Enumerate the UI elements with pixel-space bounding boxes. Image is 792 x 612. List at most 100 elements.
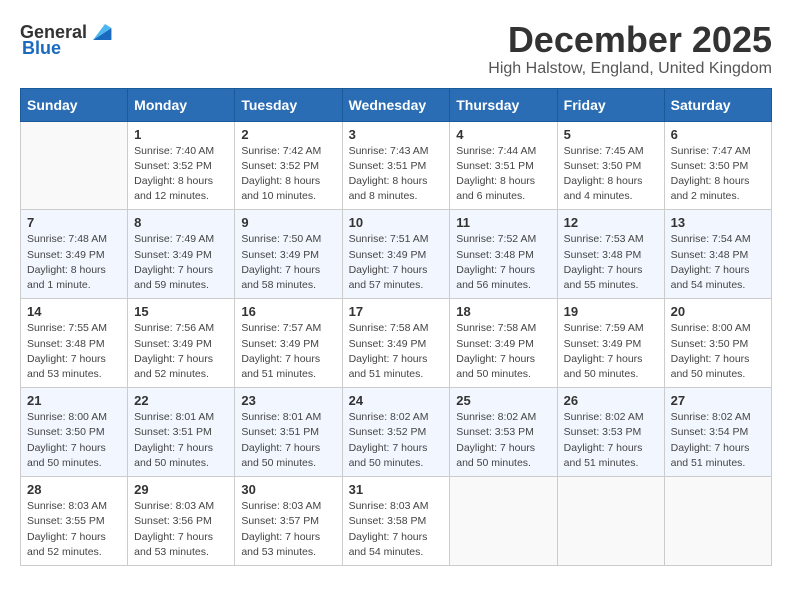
header-day-sunday: Sunday: [21, 88, 128, 121]
calendar-week-row: 14 Sunrise: 7:55 AM Sunset: 3:48 PM Dayli…: [21, 299, 772, 388]
day-number: 13: [671, 215, 765, 230]
day-number: 8: [134, 215, 228, 230]
day-number: 6: [671, 127, 765, 142]
header-day-wednesday: Wednesday: [342, 88, 450, 121]
day-number: 19: [564, 304, 658, 319]
calendar-cell: 7 Sunrise: 7:48 AM Sunset: 3:49 PM Daylig…: [21, 210, 128, 299]
day-info: Sunrise: 7:59 AM Sunset: 3:49 PM Dayligh…: [564, 321, 658, 382]
day-info: Sunrise: 8:03 AM Sunset: 3:58 PM Dayligh…: [349, 499, 444, 560]
calendar-cell: [21, 121, 128, 210]
day-number: 5: [564, 127, 658, 142]
day-info: Sunrise: 8:00 AM Sunset: 3:50 PM Dayligh…: [27, 410, 121, 471]
day-info: Sunrise: 8:01 AM Sunset: 3:51 PM Dayligh…: [241, 410, 335, 471]
calendar-cell: 15 Sunrise: 7:56 AM Sunset: 3:49 PM Dayli…: [128, 299, 235, 388]
day-info: Sunrise: 8:03 AM Sunset: 3:55 PM Dayligh…: [27, 499, 121, 560]
day-number: 2: [241, 127, 335, 142]
calendar-cell: 12Sunrise: 7:53 AM Sunset: 3:48 PM Dayli…: [557, 210, 664, 299]
day-info: Sunrise: 7:40 AM Sunset: 3:52 PM Dayligh…: [134, 144, 228, 205]
calendar-cell: [450, 477, 557, 566]
day-info: Sunrise: 8:02 AM Sunset: 3:54 PM Dayligh…: [671, 410, 765, 471]
header-row: SundayMondayTuesdayWednesdayThursdayFrid…: [21, 88, 772, 121]
day-number: 10: [349, 215, 444, 230]
header-day-monday: Monday: [128, 88, 235, 121]
calendar-cell: 16 Sunrise: 7:57 AM Sunset: 3:49 PM Dayli…: [235, 299, 342, 388]
day-info: Sunrise: 8:02 AM Sunset: 3:52 PM Dayligh…: [349, 410, 444, 471]
calendar-table: SundayMondayTuesdayWednesdayThursdayFrid…: [20, 88, 772, 566]
location-title: High Halstow, England, United Kingdom: [488, 60, 772, 78]
header-day-friday: Friday: [557, 88, 664, 121]
calendar-header: SundayMondayTuesdayWednesdayThursdayFrid…: [21, 88, 772, 121]
calendar-week-row: 7 Sunrise: 7:48 AM Sunset: 3:49 PM Daylig…: [21, 210, 772, 299]
calendar-cell: 25 Sunrise: 8:02 AM Sunset: 3:53 PM Dayli…: [450, 388, 557, 477]
calendar-cell: 26 Sunrise: 8:02 AM Sunset: 3:53 PM Dayli…: [557, 388, 664, 477]
day-info: Sunrise: 7:56 AM Sunset: 3:49 PM Dayligh…: [134, 321, 228, 382]
day-info: Sunrise: 7:44 AM Sunset: 3:51 PM Dayligh…: [456, 144, 550, 205]
logo-blue: Blue: [22, 38, 61, 59]
day-info: Sunrise: 7:45 AM Sunset: 3:50 PM Dayligh…: [564, 144, 658, 205]
calendar-cell: [557, 477, 664, 566]
day-number: 21: [27, 393, 121, 408]
calendar-cell: [664, 477, 771, 566]
calendar-week-row: 1Sunrise: 7:40 AM Sunset: 3:52 PM Daylig…: [21, 121, 772, 210]
day-number: 29: [134, 482, 228, 497]
day-number: 28: [27, 482, 121, 497]
day-number: 16: [241, 304, 335, 319]
calendar-cell: 4 Sunrise: 7:44 AM Sunset: 3:51 PM Daylig…: [450, 121, 557, 210]
day-number: 9: [241, 215, 335, 230]
calendar-cell: 14 Sunrise: 7:55 AM Sunset: 3:48 PM Dayli…: [21, 299, 128, 388]
day-number: 31: [349, 482, 444, 497]
day-number: 12: [564, 215, 658, 230]
day-info: Sunrise: 7:50 AM Sunset: 3:49 PM Dayligh…: [241, 232, 335, 293]
day-info: Sunrise: 7:49 AM Sunset: 3:49 PM Dayligh…: [134, 232, 228, 293]
title-section: December 2025 High Halstow, England, Uni…: [488, 20, 772, 78]
day-info: Sunrise: 8:00 AM Sunset: 3:50 PM Dayligh…: [671, 321, 765, 382]
day-info: Sunrise: 7:58 AM Sunset: 3:49 PM Dayligh…: [349, 321, 444, 382]
calendar-cell: 21 Sunrise: 8:00 AM Sunset: 3:50 PM Dayli…: [21, 388, 128, 477]
logo-icon: [89, 20, 113, 44]
day-info: Sunrise: 7:52 AM Sunset: 3:48 PM Dayligh…: [456, 232, 550, 293]
calendar-cell: 20 Sunrise: 8:00 AM Sunset: 3:50 PM Dayli…: [664, 299, 771, 388]
logo: General Blue: [20, 20, 113, 59]
calendar-cell: 13Sunrise: 7:54 AM Sunset: 3:48 PM Dayli…: [664, 210, 771, 299]
day-info: Sunrise: 8:02 AM Sunset: 3:53 PM Dayligh…: [456, 410, 550, 471]
calendar-cell: 24Sunrise: 8:02 AM Sunset: 3:52 PM Dayli…: [342, 388, 450, 477]
calendar-cell: 17Sunrise: 7:58 AM Sunset: 3:49 PM Dayli…: [342, 299, 450, 388]
day-number: 14: [27, 304, 121, 319]
calendar-cell: 23 Sunrise: 8:01 AM Sunset: 3:51 PM Dayli…: [235, 388, 342, 477]
day-number: 4: [456, 127, 550, 142]
day-info: Sunrise: 7:51 AM Sunset: 3:49 PM Dayligh…: [349, 232, 444, 293]
day-number: 15: [134, 304, 228, 319]
calendar-week-row: 28 Sunrise: 8:03 AM Sunset: 3:55 PM Dayli…: [21, 477, 772, 566]
calendar-cell: 28 Sunrise: 8:03 AM Sunset: 3:55 PM Dayli…: [21, 477, 128, 566]
day-number: 26: [564, 393, 658, 408]
day-number: 7: [27, 215, 121, 230]
day-info: Sunrise: 8:02 AM Sunset: 3:53 PM Dayligh…: [564, 410, 658, 471]
calendar-body: 1Sunrise: 7:40 AM Sunset: 3:52 PM Daylig…: [21, 121, 772, 565]
calendar-cell: 8 Sunrise: 7:49 AM Sunset: 3:49 PM Daylig…: [128, 210, 235, 299]
day-number: 3: [349, 127, 444, 142]
header-day-tuesday: Tuesday: [235, 88, 342, 121]
calendar-cell: 19 Sunrise: 7:59 AM Sunset: 3:49 PM Dayli…: [557, 299, 664, 388]
calendar-cell: 22 Sunrise: 8:01 AM Sunset: 3:51 PM Dayli…: [128, 388, 235, 477]
calendar-cell: 29Sunrise: 8:03 AM Sunset: 3:56 PM Dayli…: [128, 477, 235, 566]
header-day-thursday: Thursday: [450, 88, 557, 121]
day-number: 25: [456, 393, 550, 408]
calendar-cell: 30Sunrise: 8:03 AM Sunset: 3:57 PM Dayli…: [235, 477, 342, 566]
calendar-cell: 1Sunrise: 7:40 AM Sunset: 3:52 PM Daylig…: [128, 121, 235, 210]
day-number: 23: [241, 393, 335, 408]
day-info: Sunrise: 7:57 AM Sunset: 3:49 PM Dayligh…: [241, 321, 335, 382]
page-header: General Blue December 2025 High Halstow,…: [20, 20, 772, 78]
day-number: 22: [134, 393, 228, 408]
month-title: December 2025: [488, 20, 772, 60]
day-info: Sunrise: 8:03 AM Sunset: 3:57 PM Dayligh…: [241, 499, 335, 560]
calendar-cell: 31 Sunrise: 8:03 AM Sunset: 3:58 PM Dayli…: [342, 477, 450, 566]
day-info: Sunrise: 7:58 AM Sunset: 3:49 PM Dayligh…: [456, 321, 550, 382]
calendar-cell: 11 Sunrise: 7:52 AM Sunset: 3:48 PM Dayli…: [450, 210, 557, 299]
day-number: 11: [456, 215, 550, 230]
day-info: Sunrise: 7:48 AM Sunset: 3:49 PM Dayligh…: [27, 232, 121, 293]
day-info: Sunrise: 8:01 AM Sunset: 3:51 PM Dayligh…: [134, 410, 228, 471]
calendar-cell: 5 Sunrise: 7:45 AM Sunset: 3:50 PM Daylig…: [557, 121, 664, 210]
day-number: 20: [671, 304, 765, 319]
calendar-cell: 18Sunrise: 7:58 AM Sunset: 3:49 PM Dayli…: [450, 299, 557, 388]
day-info: Sunrise: 7:55 AM Sunset: 3:48 PM Dayligh…: [27, 321, 121, 382]
